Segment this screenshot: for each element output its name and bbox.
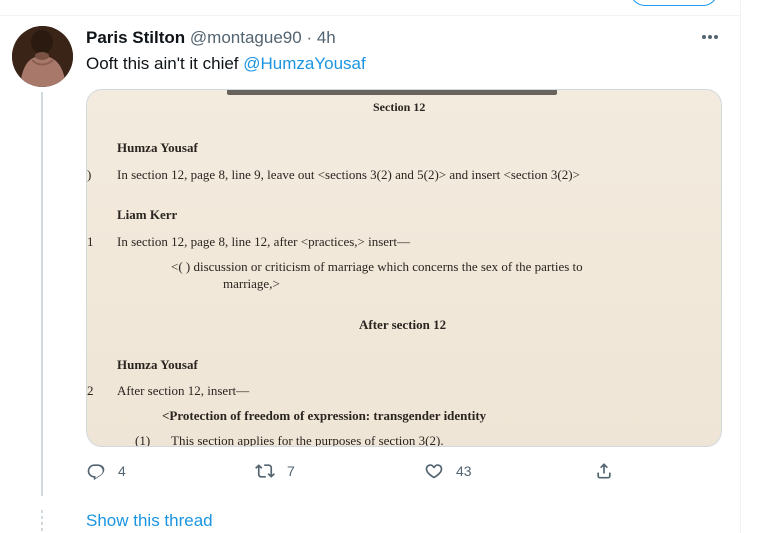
thread-dots (41, 510, 43, 532)
share-icon (597, 463, 611, 479)
thread-connector-line (41, 92, 43, 496)
show-thread-link[interactable]: Show this thread (86, 511, 213, 531)
like-button[interactable]: 43 (424, 458, 472, 484)
subsection-number: (1) (135, 433, 151, 447)
amendment-2-text: In section 12, page 8, line 12, after <p… (117, 234, 410, 249)
display-name[interactable]: Paris Stilton (86, 28, 185, 47)
reply-count: 4 (118, 463, 126, 479)
timestamp[interactable]: 4h (317, 28, 336, 47)
tweet-header: Paris Stilton @montague90 · 4h (86, 28, 336, 48)
amendment-3-text: After section 12, insert— (117, 383, 250, 398)
amendment-1-member: Humza Yousaf (117, 140, 198, 155)
tweet-text: Ooft this ain't it chief @HumzaYousaf (86, 53, 366, 75)
user-handle[interactable]: @montague90 (190, 28, 302, 47)
heart-icon (425, 464, 443, 479)
avatar-image (12, 26, 73, 87)
cropped-url-bar (227, 90, 557, 95)
column-border (740, 0, 741, 533)
amendment-2-member: Liam Kerr (117, 207, 178, 222)
reply-button[interactable]: 4 (86, 458, 126, 484)
tweet-body: Ooft this ain't it chief (86, 54, 244, 73)
amendment-3-member: Humza Yousaf (117, 357, 198, 372)
previous-tweet-footer (0, 0, 740, 16)
share-button[interactable] (594, 458, 614, 484)
amendment-3-heading: <Protection of freedom of expression: tr… (162, 408, 487, 423)
reply-icon (87, 464, 105, 481)
more-options-button[interactable] (696, 24, 724, 50)
amendment-1-marker: ) (87, 167, 92, 182)
amendment-1-text: In section 12, page 8, line 9, leave out… (117, 167, 580, 182)
retweet-count: 7 (287, 463, 295, 479)
tweet-image[interactable]: Section 12 Humza Yousaf ) In section 12,… (86, 89, 722, 447)
mention-link[interactable]: @HumzaYousaf (243, 54, 365, 73)
after-section-heading: After section 12 (359, 317, 447, 332)
subsection-text: This section applies for the purposes of… (171, 433, 444, 447)
amendment-3-marker: 2 (87, 383, 94, 398)
document-scan: Section 12 Humza Yousaf ) In section 12,… (87, 90, 721, 446)
like-count: 43 (456, 463, 472, 479)
amendment-2-marker: 1 (87, 234, 94, 249)
amendment-2-insert-line-1: <( ) discussion or criticism of marriage… (171, 259, 583, 274)
more-icon (702, 35, 718, 39)
section-heading: Section 12 (373, 100, 426, 114)
separator: · (306, 28, 313, 47)
avatar[interactable] (12, 26, 73, 87)
amendment-2-insert-line-2: marriage,> (223, 276, 280, 291)
previous-follow-button[interactable] (630, 0, 718, 6)
retweet-button[interactable]: 7 (255, 458, 295, 484)
retweet-icon (255, 464, 275, 478)
